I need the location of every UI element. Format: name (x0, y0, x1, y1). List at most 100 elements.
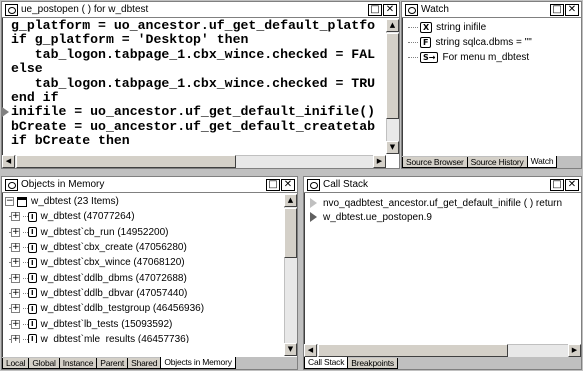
code-line[interactable]: inifile = uo_ancestor.uf_get_default_ini… (2, 104, 386, 120)
code-line-text: tab_logon.tabpage_1.cbx_wince.checked = … (11, 46, 376, 62)
tab-global[interactable]: Global (28, 358, 60, 369)
watch-item[interactable]: F string sqlca.dbms = "" (408, 36, 577, 49)
expand-icon[interactable]: + (11, 334, 20, 343)
variable-icon: X (420, 22, 433, 33)
instance-icon: I (28, 227, 37, 238)
tree-item[interactable]: + Iw_dbtest`lb_tests (15093592) (5, 316, 281, 331)
watch-item[interactable]: S→ For menu m_dbtest (408, 51, 577, 64)
editor-vertical-scrollbar[interactable]: ▲ ▼ (386, 19, 399, 154)
close-button[interactable]: ✕ (565, 3, 579, 16)
watch-item-label: string sqlca.dbms = "" (435, 37, 532, 48)
scroll-right-arrow-icon[interactable]: ▶ (373, 155, 386, 168)
call-stack-list[interactable]: nvo_qadbtest_ancestor.uf_get_default_ini… (308, 196, 579, 224)
close-button[interactable]: ✕ (383, 3, 397, 16)
code-line-text: g_platform = uo_ancestor.uf_get_default_… (11, 19, 376, 33)
expand-icon[interactable]: + (11, 319, 20, 329)
current-line-arrow-icon (2, 107, 9, 118)
code-line-text: if bCreate then (11, 133, 130, 149)
watch-pane[interactable]: Watch □ ✕ X string inifile F string sqlc… (401, 1, 582, 169)
scroll-thumb[interactable] (16, 155, 236, 168)
scroll-down-arrow-icon[interactable]: ▼ (284, 343, 297, 356)
scroll-thumb[interactable] (386, 33, 399, 119)
scroll-down-arrow-icon[interactable]: ▼ (386, 141, 399, 154)
tree-item-label: w_dbtest`lb_tests (15093592) (40, 318, 173, 330)
tree-item[interactable]: + Iw_dbtest`ddlb_testgroup (46456936) (5, 301, 281, 316)
scroll-right-arrow-icon[interactable]: ▶ (568, 344, 581, 357)
code-line[interactable]: g_platform = uo_ancestor.uf_get_default_… (11, 19, 386, 33)
scroll-up-arrow-icon[interactable]: ▲ (386, 19, 399, 32)
code-line[interactable]: if bCreate then (11, 133, 386, 149)
tab-parent[interactable]: Parent (96, 358, 129, 369)
expand-icon[interactable]: + (11, 304, 20, 314)
code-line-text: if g_platform = 'Desktop' then (11, 32, 249, 48)
restore-button[interactable]: □ (266, 178, 280, 191)
code-line[interactable]: end if (11, 90, 386, 105)
objects-tree[interactable]: − w_dbtest (23 Items) + Iw_dbtest (470772… (5, 194, 281, 343)
tab-breakpoints[interactable]: Breakpoints (347, 358, 398, 369)
call-stack-row[interactable]: nvo_qadbtest_ancestor.uf_get_default_ini… (308, 196, 579, 210)
scroll-thumb[interactable] (318, 344, 508, 357)
instance-icon: I (28, 303, 37, 314)
tab-shared[interactable]: Shared (127, 358, 162, 369)
expand-icon[interactable]: + (11, 273, 20, 283)
collapse-icon[interactable]: − (5, 197, 14, 207)
watch-item-label: For menu m_dbtest (442, 52, 530, 63)
expand-icon[interactable]: + (11, 258, 20, 268)
scroll-left-arrow-icon[interactable]: ◀ (2, 155, 15, 168)
close-button[interactable]: ✕ (281, 178, 295, 191)
tab-source-history[interactable]: Source History (466, 157, 528, 168)
code-line[interactable]: tab_logon.tabpage_1.cbx_wince.checked = … (11, 76, 386, 91)
tree-item-label: w_dbtest`mle_results (46457736) (40, 333, 190, 343)
restore-button[interactable]: □ (368, 3, 382, 16)
close-button[interactable]: ✕ (565, 178, 579, 191)
tab-local[interactable]: Local (2, 358, 30, 369)
scroll-up-arrow-icon[interactable]: ▲ (284, 194, 297, 207)
tree-item[interactable]: + Iw_dbtest (47077264) (5, 209, 281, 224)
objects-vertical-scrollbar[interactable]: ▲ ▼ (284, 194, 297, 356)
instance-icon: I (28, 288, 37, 299)
editor-horizontal-scrollbar[interactable]: ◀ ▶ (2, 155, 386, 168)
restore-button[interactable]: □ (550, 178, 564, 191)
tab-source-browser[interactable]: Source Browser (402, 157, 468, 168)
tree-item[interactable]: + Iw_dbtest`ddlb_dbvar (47057440) (5, 286, 281, 301)
field-icon: F (420, 37, 432, 48)
expand-icon[interactable]: + (11, 288, 20, 298)
code-line[interactable]: tab_logon.tabpage_1.cbx_wince.checked = … (11, 46, 386, 62)
current-frame-icon (310, 212, 317, 222)
code-line[interactable]: bCreate = uo_ancestor.uf_get_default_cre… (11, 119, 386, 134)
tree-item[interactable]: + Iw_dbtest`cbx_wince (47068120) (5, 255, 281, 270)
script-editor-title: ue_postopen ( ) for w_dbtest (21, 4, 149, 15)
scroll-left-arrow-icon[interactable]: ◀ (304, 344, 317, 357)
call-stack-row[interactable]: w_dbtest.ue_postopen.9 (308, 210, 579, 224)
call-stack-pane[interactable]: Call Stack □ ✕ nvo_qadbtest_ancestor.uf_… (303, 176, 582, 370)
tree-item-label: w_dbtest`cb_run (14952200) (40, 226, 169, 238)
window-object-icon (17, 196, 27, 207)
instance-icon: I (28, 211, 37, 222)
script-editor-pane[interactable]: ue_postopen ( ) for w_dbtest □ ✕ g_platf… (1, 1, 400, 169)
objects-window-icon (5, 178, 18, 191)
code-line-text: inifile = uo_ancestor.uf_get_default_ini… (11, 104, 376, 120)
call-stack-tabs: Call Stack Breakpoints (304, 357, 581, 369)
tree-item[interactable]: + Iw_dbtest`mle_results (46457736) (5, 332, 281, 343)
objects-in-memory-pane[interactable]: Objects in Memory □ ✕ − w_dbtest (23 Ite… (1, 176, 298, 370)
scroll-thumb[interactable] (284, 208, 297, 258)
tree-root[interactable]: − w_dbtest (23 Items) (5, 194, 281, 209)
tree-item[interactable]: + Iw_dbtest`cbx_create (47056280) (5, 240, 281, 255)
script-window-icon (5, 3, 18, 16)
tree-item[interactable]: + Iw_dbtest`ddlb_dbms (47072688) (5, 270, 281, 285)
expand-icon[interactable]: + (11, 243, 20, 253)
code-line[interactable]: else (11, 61, 386, 76)
code-editor[interactable]: g_platform = uo_ancestor.uf_get_default_… (2, 19, 386, 154)
tab-watch[interactable]: Watch (526, 156, 558, 168)
tab-objects-in-memory[interactable]: Objects in Memory (160, 357, 236, 369)
expand-icon[interactable]: + (11, 212, 20, 222)
code-line[interactable]: if g_platform = 'Desktop' then (11, 33, 386, 47)
tab-call-stack[interactable]: Call Stack (304, 357, 349, 369)
tab-instance[interactable]: Instance (58, 358, 98, 369)
expand-icon[interactable]: + (11, 227, 20, 237)
tree-item[interactable]: + Iw_dbtest`cb_run (14952200) (5, 225, 281, 240)
call-stack-horizontal-scrollbar[interactable]: ◀ ▶ (304, 344, 581, 357)
watch-item[interactable]: X string inifile (408, 21, 577, 34)
watch-list[interactable]: X string inifile F string sqlca.dbms = "… (408, 21, 577, 66)
restore-button[interactable]: □ (550, 3, 564, 16)
